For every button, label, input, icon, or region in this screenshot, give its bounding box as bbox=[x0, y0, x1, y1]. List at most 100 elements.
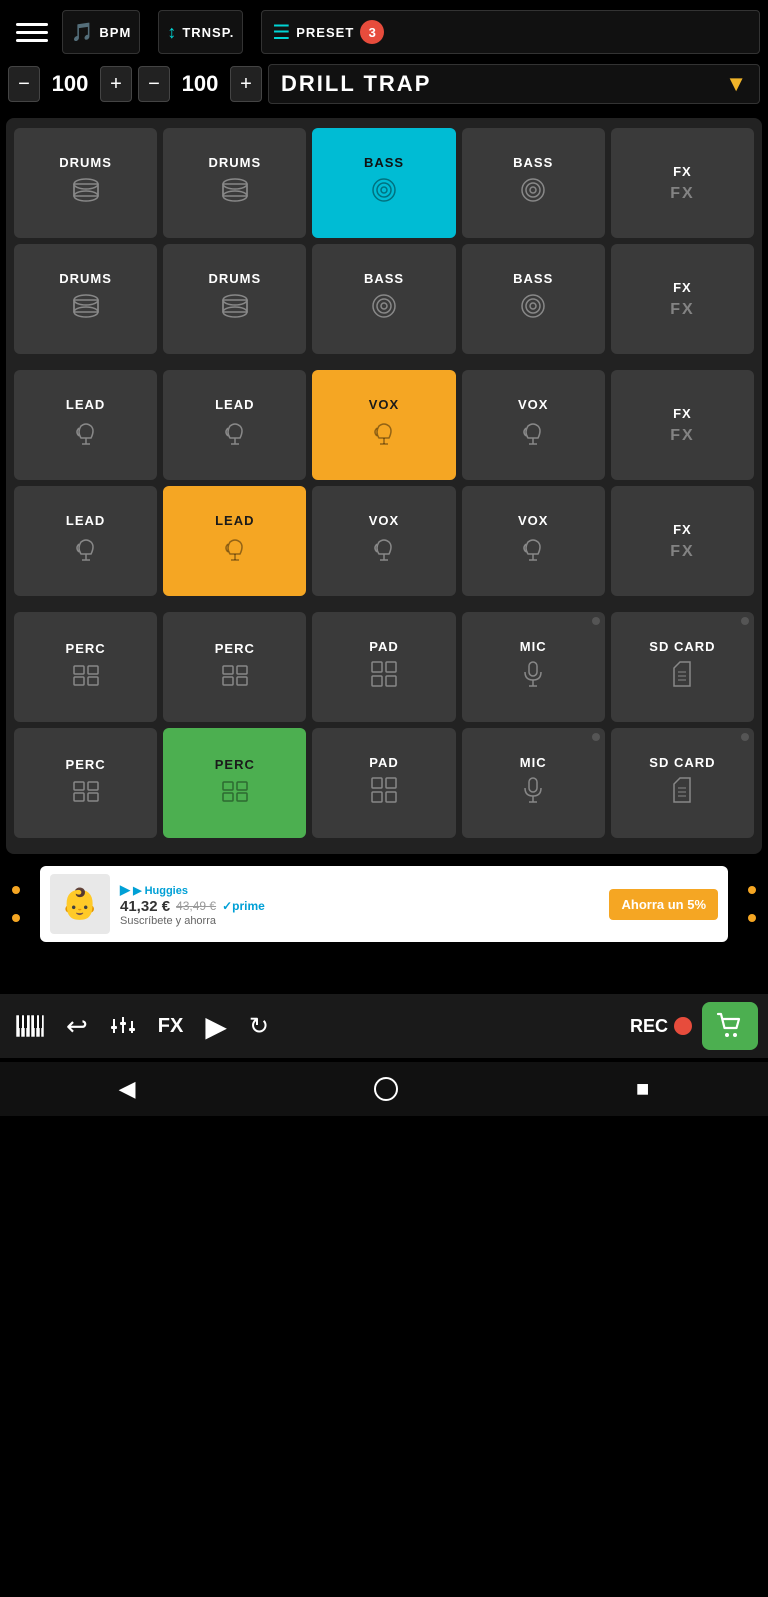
pad-cell-icon-drums bbox=[220, 176, 250, 211]
pad-cell-2-4[interactable]: FXFX bbox=[611, 370, 754, 480]
ad-dots-left bbox=[12, 886, 20, 922]
pad-cell-5-4[interactable]: SD CARD bbox=[611, 728, 754, 838]
pad-cell-2-1[interactable]: LEAD bbox=[163, 370, 306, 480]
pad-cell-label: BASS bbox=[513, 155, 553, 170]
preset-section[interactable]: ☰ PRESET 3 bbox=[261, 10, 760, 54]
pad-cell-0-3[interactable]: BASS bbox=[462, 128, 605, 238]
rec-group: REC bbox=[630, 1016, 692, 1037]
pad-cell-5-0[interactable]: PERC bbox=[14, 728, 157, 838]
cell-dot-indicator bbox=[592, 733, 600, 741]
pad-cell-3-3[interactable]: VOX bbox=[462, 486, 605, 596]
ad-cta-button[interactable]: Ahorra un 5% bbox=[609, 889, 718, 920]
pad-cell-2-3[interactable]: VOX bbox=[462, 370, 605, 480]
trnsp-label: TRNSP. bbox=[182, 25, 234, 40]
pad-cell-1-0[interactable]: DRUMS bbox=[14, 244, 157, 354]
pad-cell-0-0[interactable]: DRUMS bbox=[14, 128, 157, 238]
pad-cell-icon-fx: FX bbox=[670, 427, 694, 445]
pad-cell-label: PERC bbox=[215, 641, 255, 656]
pad-cell-3-2[interactable]: VOX bbox=[312, 486, 455, 596]
pad-cell-label: VOX bbox=[518, 513, 548, 528]
pad-cell-icon-pad bbox=[370, 660, 398, 695]
ad-price-old: 43,49 € bbox=[176, 899, 216, 913]
pad-cell-3-4[interactable]: FXFX bbox=[611, 486, 754, 596]
pad-cell-icon-bass bbox=[370, 292, 398, 327]
ad-banner[interactable]: 👶 ▶ ▶ Huggies 41,32 € 43,49 € ✓prime Sus… bbox=[40, 866, 728, 942]
preset-name-section[interactable]: DRILL TRAP ▼ bbox=[268, 64, 760, 104]
preset-label: PRESET bbox=[296, 25, 354, 40]
pad-cell-icon-perc bbox=[72, 778, 100, 809]
pad-cell-label: VOX bbox=[369, 397, 399, 412]
pad-cell-1-4[interactable]: FXFX bbox=[611, 244, 754, 354]
ad-sub-text: Suscríbete y ahorra bbox=[120, 915, 599, 927]
pad-cell-label: LEAD bbox=[215, 397, 254, 412]
pad-cell-icon-vox bbox=[520, 418, 546, 453]
pad-cell-label: DRUMS bbox=[59, 155, 112, 170]
pad-cell-icon-mic bbox=[521, 660, 545, 695]
mixer-button[interactable] bbox=[104, 1011, 142, 1041]
pad-cell-3-1[interactable]: LEAD bbox=[163, 486, 306, 596]
pad-cell-1-1[interactable]: DRUMS bbox=[163, 244, 306, 354]
pad-cell-2-2[interactable]: VOX bbox=[312, 370, 455, 480]
android-nav-bar: ◀ ■ bbox=[0, 1062, 768, 1116]
pad-cell-4-1[interactable]: PERC bbox=[163, 612, 306, 722]
bpm-minus-button[interactable]: − bbox=[8, 66, 40, 102]
pad-cell-label: PERC bbox=[215, 757, 255, 772]
menu-button[interactable] bbox=[8, 15, 56, 50]
ad-prime-label: ✓prime bbox=[222, 899, 265, 913]
back-button[interactable]: ◀ bbox=[119, 1076, 136, 1102]
pad-cell-4-3[interactable]: MIC bbox=[462, 612, 605, 722]
undo-button[interactable]: ↩ bbox=[60, 1007, 94, 1046]
pad-cell-icon-perc bbox=[221, 662, 249, 693]
pad-cell-4-2[interactable]: PAD bbox=[312, 612, 455, 722]
pad-cell-icon-fx: FX bbox=[670, 185, 694, 203]
bpm-plus-button[interactable]: + bbox=[100, 66, 132, 102]
pad-cell-label: BASS bbox=[364, 271, 404, 286]
trnsp-controls: − 100 + bbox=[138, 66, 262, 102]
pad-cell-5-2[interactable]: PAD bbox=[312, 728, 455, 838]
pad-cell-0-4[interactable]: FXFX bbox=[611, 128, 754, 238]
trnsp-plus-button[interactable]: + bbox=[230, 66, 262, 102]
pad-cell-icon-lead bbox=[73, 534, 99, 569]
pad-cell-label: PAD bbox=[369, 755, 398, 770]
cell-dot-indicator bbox=[741, 617, 749, 625]
pad-cell-5-3[interactable]: MIC bbox=[462, 728, 605, 838]
fx-button[interactable]: FX bbox=[152, 1011, 190, 1042]
recent-button[interactable]: ■ bbox=[636, 1076, 649, 1102]
pad-cell-4-0[interactable]: PERC bbox=[14, 612, 157, 722]
pad-cell-icon-bass bbox=[519, 176, 547, 211]
piano-button[interactable] bbox=[10, 1011, 50, 1041]
cell-dot-indicator bbox=[592, 617, 600, 625]
pad-cell-icon-drums bbox=[71, 176, 101, 211]
play-button[interactable]: ▶ bbox=[199, 1006, 233, 1047]
ad-content: ▶ ▶ Huggies 41,32 € 43,49 € ✓prime Suscr… bbox=[120, 882, 599, 927]
pad-cell-label: VOX bbox=[369, 513, 399, 528]
pad-cell-label: SD CARD bbox=[649, 639, 715, 654]
pad-cell-label: LEAD bbox=[66, 397, 105, 412]
pad-cell-3-0[interactable]: LEAD bbox=[14, 486, 157, 596]
chevron-down-icon[interactable]: ▼ bbox=[725, 71, 747, 97]
rec-dot[interactable] bbox=[674, 1017, 692, 1035]
pad-cell-label: PERC bbox=[66, 757, 106, 772]
controls-row: − 100 + − 100 + DRILL TRAP ▼ bbox=[0, 60, 768, 112]
pad-grid: DRUMS DRUMS BASS BASS bbox=[6, 118, 762, 854]
pad-cell-label: DRUMS bbox=[208, 155, 261, 170]
cart-button[interactable] bbox=[702, 1002, 758, 1050]
pad-cell-label: PERC bbox=[66, 641, 106, 656]
home-button[interactable] bbox=[373, 1076, 399, 1102]
pad-cell-0-1[interactable]: DRUMS bbox=[163, 128, 306, 238]
pad-cell-5-1[interactable]: PERC bbox=[163, 728, 306, 838]
pad-row-3: LEAD LEAD VOX VOX bbox=[14, 486, 754, 596]
pad-cell-1-3[interactable]: BASS bbox=[462, 244, 605, 354]
pad-cell-2-0[interactable]: LEAD bbox=[14, 370, 157, 480]
trnsp-minus-button[interactable]: − bbox=[138, 66, 170, 102]
pad-cell-0-2[interactable]: BASS bbox=[312, 128, 455, 238]
pad-row-2: LEAD LEAD VOX VOX bbox=[14, 370, 754, 480]
pad-cell-icon-perc bbox=[221, 778, 249, 809]
loop-button[interactable]: ↻ bbox=[243, 1008, 275, 1045]
pad-cell-icon-fx: FX bbox=[670, 301, 694, 319]
pad-cell-4-4[interactable]: SD CARD bbox=[611, 612, 754, 722]
ad-price-main: 41,32 € bbox=[120, 898, 170, 915]
pad-cell-1-2[interactable]: BASS bbox=[312, 244, 455, 354]
pad-cell-icon-mic bbox=[521, 776, 545, 811]
pad-cell-label: DRUMS bbox=[59, 271, 112, 286]
